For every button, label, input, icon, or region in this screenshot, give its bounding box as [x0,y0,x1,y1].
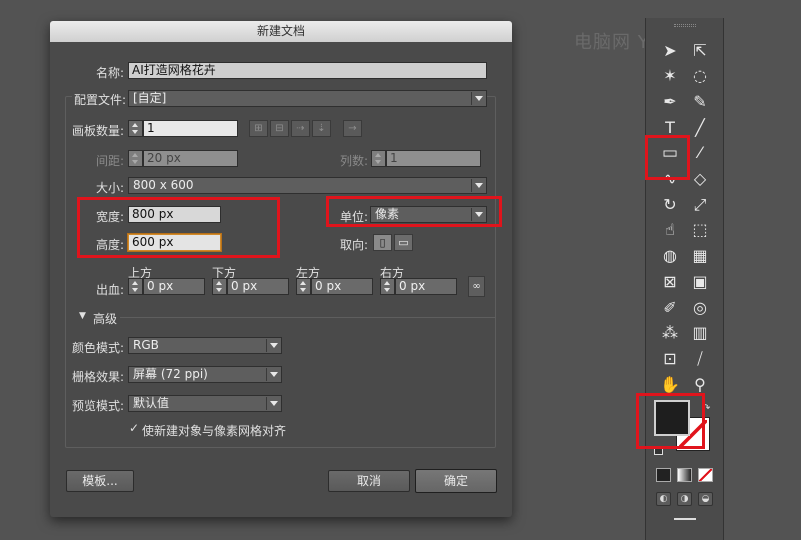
arrange-by-row-icon[interactable]: ⇢ [291,120,310,137]
draw-behind-icon[interactable]: ◑ [677,492,692,506]
draw-inside-icon[interactable]: ◒ [698,492,713,506]
highlight-fill-stroke [636,393,705,449]
artboard-icon[interactable]: ⊡ [658,348,682,370]
ok-button[interactable]: 确定 [415,469,497,493]
highlight-units [326,196,502,227]
direct-selection-icon[interactable]: ⇱ [688,40,712,62]
raster-select[interactable]: 屏幕 (72 ppi) [128,366,282,383]
selection-icon[interactable]: ➤ [658,40,682,62]
eraser-icon[interactable]: ◇ [688,168,712,190]
highlight-width-height [77,197,280,258]
color-mode-value: RGB [133,338,159,352]
curvature-icon[interactable]: ✎ [688,91,712,113]
new-document-dialog: 新建文档 名称: AI打造网格花卉 配置文件: [自定] 画板数量: 1 ⊞ ⊟… [50,21,512,517]
align-pixel-grid-checkbox-label[interactable]: 使新建对象与像素网格对齐 [142,422,286,439]
symbol-sprayer-icon[interactable]: ⁂ [658,322,682,344]
bleed-label: 出血: [96,283,125,297]
checkmark-icon[interactable]: ✓ [129,421,139,435]
none-mode-icon[interactable] [698,468,713,482]
bleed-top-stepper[interactable] [128,278,143,295]
blend-icon[interactable]: ◎ [688,297,712,319]
triangle-down-icon[interactable]: ▼ [79,311,86,321]
columns-input[interactable]: 1 [386,150,481,167]
screen-mode-icon[interactable] [674,518,696,530]
chevron-down-icon [475,183,483,188]
raster-label: 栅格效果: [72,370,125,384]
divider [120,317,496,318]
perspective-icon[interactable]: ▦ [688,245,712,267]
grid-by-row-icon[interactable]: ⊞ [249,120,268,137]
bleed-bottom-stepper[interactable] [212,278,227,295]
free-transform-icon[interactable]: ⬚ [688,219,712,241]
paintbrush-icon[interactable]: ⁄ [688,142,712,164]
columns-stepper[interactable] [371,150,386,167]
warp-icon[interactable]: ☝ [658,219,682,241]
color-mode-icon[interactable] [656,468,671,482]
profile-select[interactable]: [自定] [128,90,487,107]
column-graph-icon[interactable]: ▥ [688,322,712,344]
grid-by-column-icon[interactable]: ⊟ [270,120,289,137]
bleed-right-stepper[interactable] [380,278,395,295]
scale-icon[interactable]: ⤢ [688,194,712,216]
change-to-rtl-icon[interactable]: → [343,120,362,137]
draw-normal-icon[interactable]: ◐ [656,492,671,506]
cancel-button[interactable]: 取消 [328,470,410,492]
magic-wand-icon[interactable]: ✶ [658,65,682,87]
link-chain-icon[interactable]: ∞ [468,276,485,297]
columns-label: 列数: [340,154,369,168]
tools-panel: ➤ ⇱ ✶ ◌ ✒ ✎ T ╱ ▭ ⁄ ∿ ◇ ↻ ⤢ ☝ ⬚ ◍ ▦ ⊠ ▣ … [645,18,724,540]
name-input[interactable]: AI打造网格花卉 [128,62,487,79]
landscape-icon[interactable]: ▭ [394,234,413,251]
size-value: 800 x 600 [133,178,194,192]
spacing-stepper[interactable] [128,150,143,167]
orientation-label: 取向: [340,238,369,252]
chevron-down-icon [270,343,278,348]
chevron-down-icon [270,401,278,406]
artboards-stepper[interactable] [128,120,143,137]
pen-icon[interactable]: ✒ [658,91,682,113]
arrange-by-column-icon[interactable]: ⇣ [312,120,331,137]
shape-builder-icon[interactable]: ◍ [658,245,682,267]
lasso-icon[interactable]: ◌ [688,65,712,87]
size-select[interactable]: 800 x 600 [128,177,487,194]
preview-value: 默认值 [133,396,170,410]
highlight-rectangle-tool [645,135,690,180]
preview-select[interactable]: 默认值 [128,395,282,412]
color-mode-select[interactable]: RGB [128,337,282,354]
bleed-top-input[interactable]: 0 px [143,278,205,295]
raster-value: 屏幕 (72 ppi) [133,367,208,381]
gradient-icon[interactable]: ▣ [688,271,712,293]
line-icon[interactable]: ╱ [688,117,712,139]
portrait-icon[interactable]: ▯ [373,234,392,251]
bleed-left-input[interactable]: 0 px [311,278,373,295]
eyedropper-icon[interactable]: ✐ [658,297,682,319]
rotate-icon[interactable]: ↻ [658,194,682,216]
gradient-mode-icon[interactable] [677,468,692,482]
bleed-right-input[interactable]: 0 px [395,278,457,295]
slice-icon[interactable]: ⧸ [688,348,712,370]
bleed-left-stepper[interactable] [296,278,311,295]
color-mode-label: 颜色模式: [72,341,125,355]
mesh-icon[interactable]: ⊠ [658,271,682,293]
bleed-bottom-input[interactable]: 0 px [227,278,289,295]
spacing-input[interactable]: 20 px [143,150,238,167]
templates-button[interactable]: 模板... [66,470,134,492]
spacing-label: 间距: [96,154,125,168]
artboards-label: 画板数量: [72,124,125,138]
preview-label: 预览模式: [72,399,125,413]
artboards-input[interactable]: 1 [143,120,238,137]
profile-label: 配置文件: [72,91,129,108]
name-label: 名称: [96,66,125,80]
grip-handle[interactable] [674,24,696,27]
chevron-down-icon [270,372,278,377]
size-label: 大小: [96,181,125,195]
chevron-down-icon [475,96,483,101]
dialog-title: 新建文档 [50,21,512,42]
advanced-label: 高级 [93,312,118,326]
profile-value: [自定] [133,91,167,105]
